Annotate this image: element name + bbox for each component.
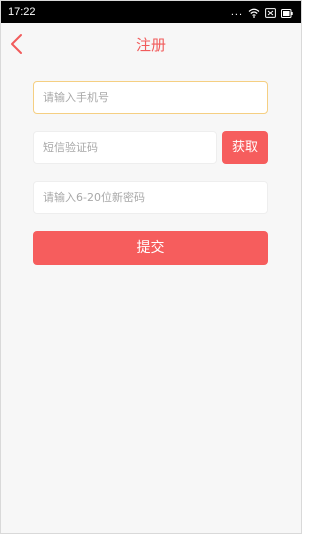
status-time: 17:22 xyxy=(8,6,36,18)
phone-input[interactable] xyxy=(33,81,268,114)
wifi-icon xyxy=(248,3,260,22)
get-code-button[interactable]: 获取 xyxy=(222,131,268,164)
sms-code-input[interactable] xyxy=(33,131,217,164)
status-icons: ... xyxy=(231,6,293,18)
status-bar: 17:22 ... xyxy=(1,1,301,23)
battery-icon xyxy=(281,3,293,22)
page-title: 注册 xyxy=(135,36,166,54)
sim-card-icon xyxy=(265,3,276,22)
phone-screen: 17:22 ... 注册 请输入手机号 短信验证码 获取 提交 xyxy=(0,0,302,534)
submit-button[interactable]: 提交 xyxy=(33,231,268,265)
status-dots: ... xyxy=(230,5,243,18)
nav-bar: 注册 xyxy=(1,23,301,67)
new-password-input[interactable] xyxy=(33,181,268,214)
